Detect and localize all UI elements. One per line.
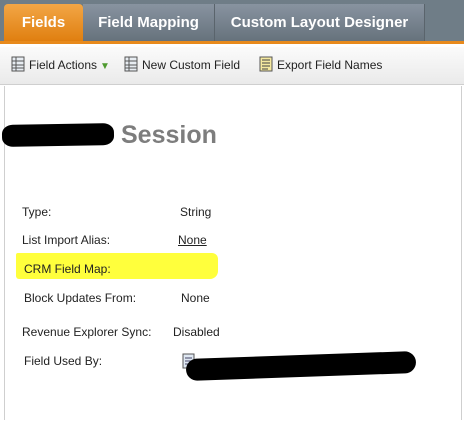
revenue-explorer-sync-value: Disabled — [173, 325, 220, 339]
new-custom-field-label: New Custom Field — [142, 58, 241, 72]
field-used-by-label: Field Used By: — [24, 354, 103, 368]
document-icon — [259, 56, 273, 72]
crm-field-map-label: CRM Field Map: — [24, 262, 111, 276]
list-import-alias-link[interactable]: None — [178, 233, 207, 247]
tab-bar: Fields Field Mapping Custom Layout Desig… — [0, 0, 464, 44]
tab-custom-layout-designer[interactable]: Custom Layout Designer — [215, 4, 425, 41]
tab-fields[interactable]: Fields — [4, 4, 83, 41]
list-import-alias-label: List Import Alias: — [22, 233, 111, 247]
tab-field-mapping[interactable]: Field Mapping — [83, 4, 215, 41]
type-value: String — [180, 205, 212, 219]
table-icon — [11, 56, 25, 72]
export-field-names-label: Export Field Names — [277, 58, 383, 72]
block-updates-from-label: Block Updates From: — [24, 291, 137, 305]
block-updates-from-value: None — [181, 291, 210, 305]
export-field-names-button[interactable]: Export Field Names — [259, 55, 382, 75]
dropdown-arrow-icon: ▼ — [100, 61, 110, 72]
redaction-mark — [1, 123, 115, 147]
new-custom-field-button[interactable]: New Custom Field — [124, 55, 240, 75]
field-actions-label: Field Actions — [29, 58, 98, 72]
table-icon — [124, 56, 138, 72]
field-actions-button[interactable]: Field Actions ▼ — [11, 55, 110, 75]
revenue-explorer-sync-label: Revenue Explorer Sync: — [22, 325, 152, 339]
type-label: Type: — [22, 205, 52, 219]
toolbar: Field Actions ▼ New Custom Field Export F… — [0, 47, 464, 85]
page-title: Session — [121, 121, 217, 149]
